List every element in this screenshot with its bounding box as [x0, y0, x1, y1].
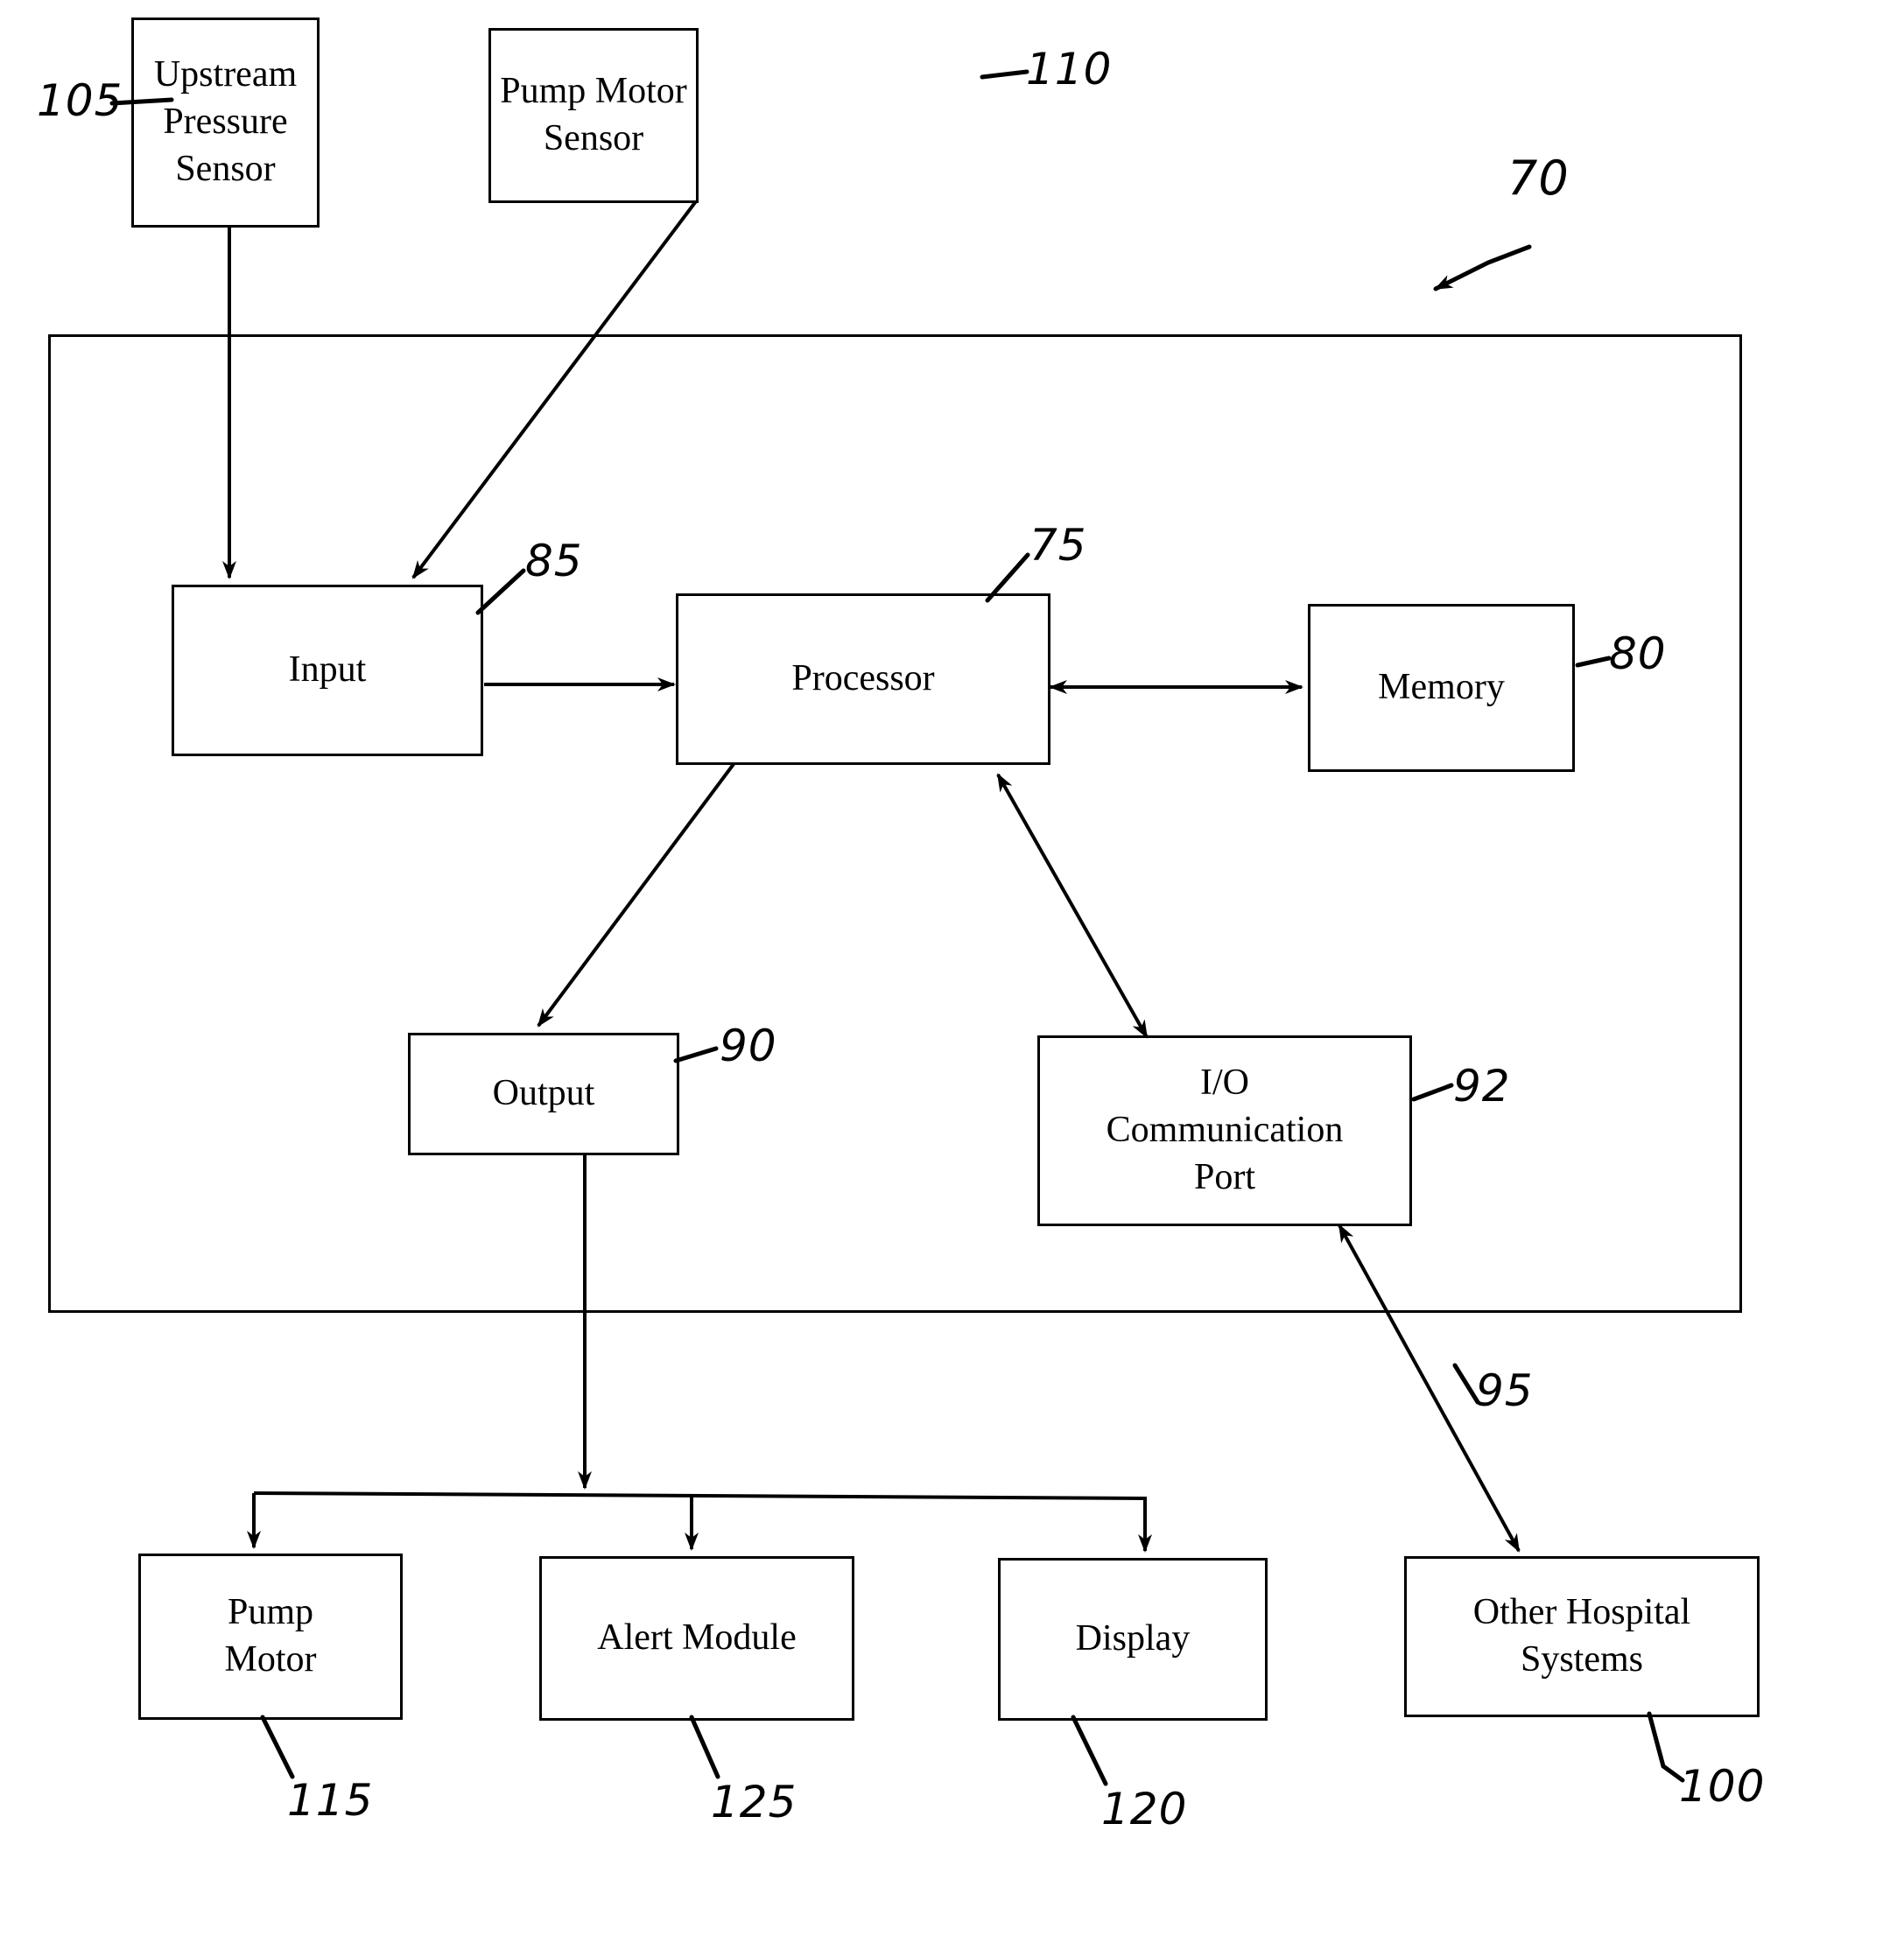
control-system-boundary: [48, 334, 1742, 1313]
node-pump-motor-sensor-label: Pump Motor Sensor: [500, 71, 687, 158]
node-output[interactable]: Output: [408, 1033, 679, 1155]
node-memory[interactable]: Memory: [1308, 604, 1575, 772]
node-alert-module-label: Alert Module: [597, 1617, 797, 1659]
node-io-communication-port[interactable]: I/O Communication Port: [1037, 1035, 1412, 1226]
reference-numeral-120: 120: [1101, 1784, 1188, 1834]
leader-70: [1433, 244, 1532, 291]
reference-numeral-95: 95: [1476, 1365, 1534, 1416]
node-processor-label: Processor: [791, 658, 935, 699]
node-display[interactable]: Display: [998, 1558, 1268, 1721]
reference-numeral-85: 85: [525, 536, 583, 586]
leader-95: [1452, 1363, 1480, 1405]
node-pump-motor[interactable]: Pump Motor: [138, 1554, 403, 1720]
reference-numeral-80: 80: [1609, 628, 1667, 679]
reference-numeral-70: 70: [1507, 151, 1570, 206]
node-other-hospital-systems-label: Other Hospital Systems: [1472, 1592, 1691, 1680]
node-io-communication-port-label: I/O Communication Port: [1106, 1063, 1344, 1197]
node-output-label: Output: [492, 1073, 595, 1114]
node-upstream-pressure-sensor[interactable]: Upstream Pressure Sensor: [131, 18, 320, 228]
node-input[interactable]: Input: [172, 585, 483, 756]
node-alert-module[interactable]: Alert Module: [539, 1556, 854, 1721]
leader-100: [1647, 1711, 1685, 1783]
leader-110: [980, 69, 1029, 80]
reference-numeral-90: 90: [720, 1021, 777, 1071]
node-input-label: Input: [288, 649, 367, 691]
reference-numeral-115: 115: [287, 1775, 374, 1826]
leader-125: [689, 1715, 720, 1779]
node-other-hospital-systems[interactable]: Other Hospital Systems: [1404, 1556, 1760, 1717]
reference-numeral-75: 75: [1029, 520, 1087, 571]
reference-numeral-125: 125: [711, 1777, 797, 1827]
reference-numeral-110: 110: [1026, 44, 1113, 95]
node-display-label: Display: [1075, 1618, 1191, 1659]
figure-canvas: Upstream Pressure Sensor Pump Motor Sens…: [0, 0, 1904, 1957]
node-memory-label: Memory: [1378, 667, 1505, 708]
node-pump-motor-label: Pump Motor: [224, 1592, 317, 1680]
reference-numeral-100: 100: [1679, 1761, 1766, 1812]
node-upstream-pressure-sensor-label: Upstream Pressure Sensor: [153, 54, 298, 189]
node-pump-motor-sensor[interactable]: Pump Motor Sensor: [488, 28, 699, 203]
reference-numeral-92: 92: [1453, 1061, 1511, 1112]
leader-120: [1071, 1715, 1108, 1786]
leader-115: [260, 1715, 295, 1779]
node-processor[interactable]: Processor: [676, 593, 1050, 765]
reference-numeral-105: 105: [37, 75, 123, 126]
device-bus: [253, 1491, 1148, 1500]
